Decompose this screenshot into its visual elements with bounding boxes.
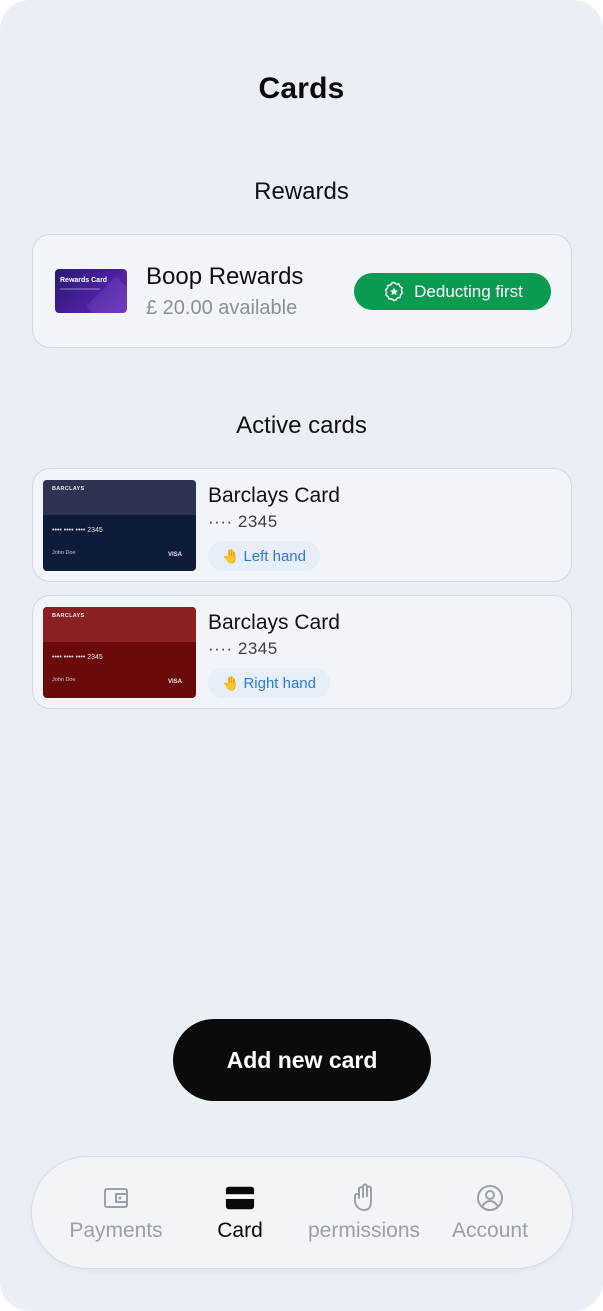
rewards-name: Boop Rewards — [146, 263, 304, 290]
card-list-item[interactable]: BARCLAYS •••• •••• •••• 2345 John Doe VI… — [32, 595, 572, 709]
nav-label-account: Account — [452, 1219, 528, 1242]
card-thumb-brand: BARCLAYS — [52, 486, 85, 492]
left-hand-tag: 🤚 Left hand — [208, 541, 320, 571]
account-icon — [475, 1183, 505, 1213]
nav-label-card: Card — [217, 1219, 263, 1242]
card-name: Barclays Card — [208, 484, 340, 507]
card-thumb-holder: John Doe — [52, 677, 76, 683]
hand-icon — [349, 1183, 379, 1213]
bottom-nav-bar: Payments Card permissions Account — [31, 1156, 573, 1269]
card-thumb-network: VISA — [167, 552, 182, 558]
rewards-thumb-title: Rewards Card — [60, 277, 108, 284]
card-list-item[interactable]: BARCLAYS •••• •••• •••• 2345 John Doe VI… — [32, 468, 572, 582]
card-thumb-holder: John Doe — [52, 550, 76, 556]
rewards-heading: Rewards — [254, 178, 349, 205]
nav-label-permissions: permissions — [307, 1219, 421, 1242]
nav-item-payments[interactable]: Payments — [66, 1157, 166, 1267]
waving-hand-icon: 🤚 — [222, 547, 240, 564]
nav-item-card[interactable]: Card — [190, 1157, 290, 1267]
right-hand-tag: 🤚 Right hand — [208, 668, 330, 698]
rewards-card-thumbnail: Rewards Card — [55, 269, 127, 313]
card-thumb-network: VISA — [167, 679, 182, 685]
credit-card-icon — [225, 1183, 255, 1213]
active-cards-heading: Active cards — [236, 412, 367, 439]
page-title: Cards — [258, 72, 345, 105]
deducting-first-badge: Deducting first — [354, 273, 551, 310]
star-badge-icon — [384, 281, 404, 301]
card-thumb-number: •••• •••• •••• 2345 — [52, 654, 103, 661]
card-thumbnail: BARCLAYS •••• •••• •••• 2345 John Doe VI… — [43, 480, 196, 571]
waving-hand-icon: 🤚 — [222, 674, 240, 691]
cards-screen: Cards Rewards Rewards Card Boop Rewards … — [0, 0, 603, 1311]
hand-tag-label: Left hand — [243, 547, 306, 565]
add-new-card-button[interactable]: Add new card — [173, 1019, 431, 1101]
card-thumb-number: •••• •••• •••• 2345 — [52, 527, 103, 534]
card-thumb-brand: BARCLAYS — [52, 613, 85, 619]
nav-label-payments: Payments — [69, 1219, 163, 1242]
hand-tag-label: Right hand — [243, 674, 316, 692]
deducting-first-label: Deducting first — [414, 281, 523, 301]
rewards-available: £ 20.00 available — [146, 297, 298, 319]
nav-item-permissions[interactable]: permissions — [300, 1157, 428, 1267]
nav-item-account[interactable]: Account — [440, 1157, 540, 1267]
card-last-digits: ···· 2345 — [208, 512, 278, 531]
card-thumbnail: BARCLAYS •••• •••• •••• 2345 John Doe VI… — [43, 607, 196, 698]
card-last-digits: ···· 2345 — [208, 639, 278, 658]
wallet-icon — [101, 1183, 131, 1213]
rewards-thumb-subline — [60, 288, 100, 290]
rewards-card-row[interactable]: Rewards Card Boop Rewards £ 20.00 availa… — [32, 234, 572, 348]
card-name: Barclays Card — [208, 611, 340, 634]
